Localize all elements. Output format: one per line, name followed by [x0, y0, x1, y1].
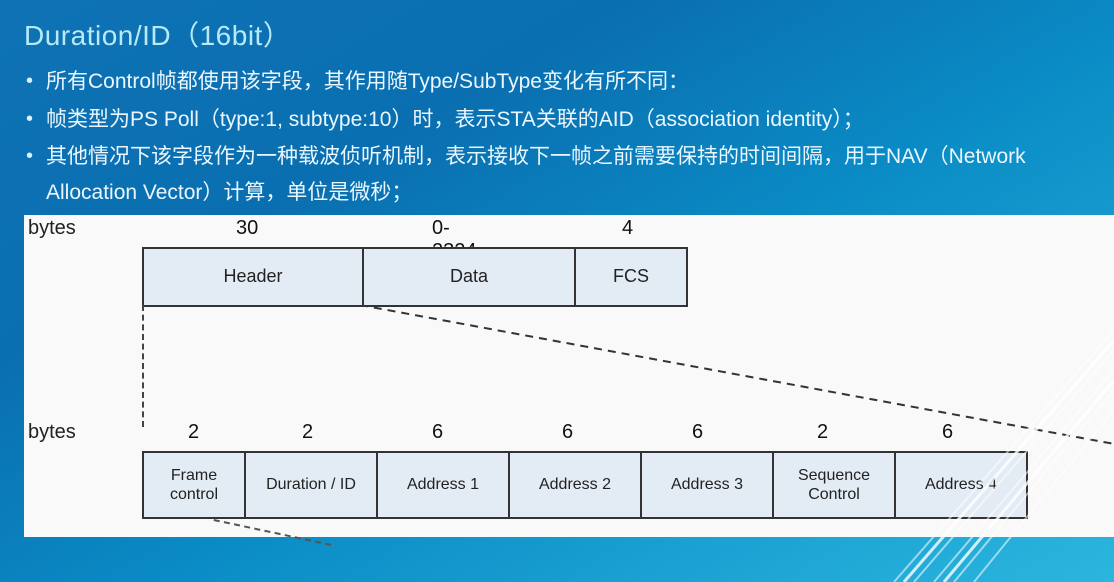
dashed-guide-left — [142, 305, 144, 427]
size-fcs: 4 — [622, 217, 633, 240]
slide: Duration/ID（16bit） 所有Control帧都使用该字段，其作用随… — [0, 0, 1114, 537]
bullet-item: 所有Control帧都使用该字段，其作用随Type/SubType变化有所不同： — [46, 64, 1090, 100]
size-a3: 6 — [692, 421, 703, 444]
size-dur: 2 — [302, 421, 313, 444]
top-frame-row: Header Data FCS — [142, 247, 688, 305]
box-address1: Address 1 — [378, 451, 510, 519]
slide-title: Duration/ID（16bit） — [24, 14, 1090, 54]
box-header: Header — [142, 247, 364, 307]
bullet-item: 帧类型为PS Poll（type:1, subtype:10）时，表示STA关联… — [46, 102, 1090, 138]
box-sequence-control: Sequence Control — [774, 451, 896, 519]
dashed-trail-line — [214, 519, 332, 546]
size-fc: 2 — [188, 421, 199, 444]
box-fcs: FCS — [576, 247, 688, 307]
size-seq: 2 — [817, 421, 828, 444]
box-duration-id: Duration / ID — [246, 451, 378, 519]
header-fields-row: Frame control Duration / ID Address 1 Ad… — [142, 451, 1028, 517]
bytes-label-bottom: bytes — [28, 421, 76, 444]
size-a2: 6 — [562, 421, 573, 444]
size-a1: 6 — [432, 421, 443, 444]
box-frame-control: Frame control — [142, 451, 246, 519]
frame-structure-diagram: bytes bytes 30 0-2324 4 Header Data FCS … — [24, 215, 1114, 537]
bullet-item: 其他情况下该字段作为一种载波侦听机制，表示接收下一帧之前需要保持的时间间隔，用于… — [46, 139, 1090, 210]
bullet-list: 所有Control帧都使用该字段，其作用随Type/SubType变化有所不同：… — [24, 64, 1090, 211]
box-data: Data — [364, 247, 576, 307]
size-header: 30 — [236, 217, 258, 240]
box-address3: Address 3 — [642, 451, 774, 519]
box-address4: Address 4 — [896, 451, 1028, 519]
size-a4: 6 — [942, 421, 953, 444]
bytes-label-top: bytes — [28, 217, 76, 240]
box-address2: Address 2 — [510, 451, 642, 519]
dashed-expansion-line — [360, 305, 1114, 445]
